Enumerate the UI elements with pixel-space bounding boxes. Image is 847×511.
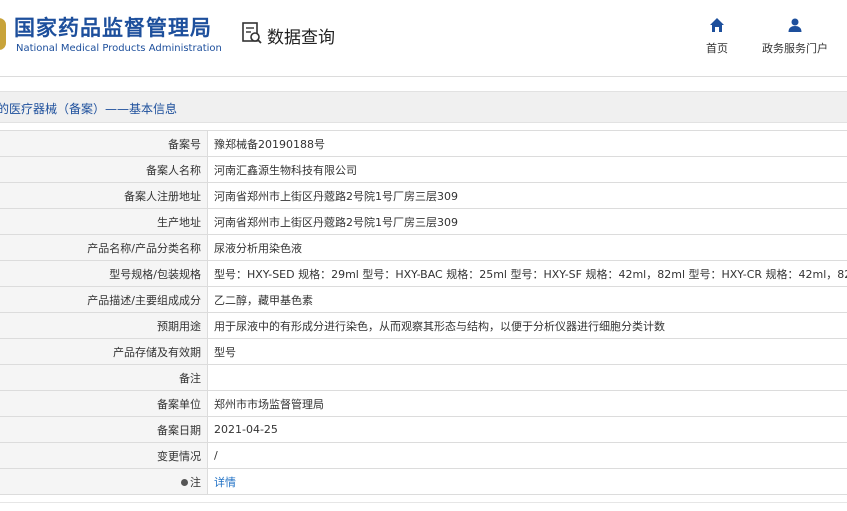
row-label: 预期用途 (0, 312, 208, 339)
row-label: 生产地址 (0, 208, 208, 235)
table-row: 备案日期 2021-04-25 (0, 416, 847, 443)
row-value: 详情 (207, 468, 847, 495)
row-label: 产品名称/产品分类名称 (0, 234, 208, 261)
table-row: 备案单位 郑州市市场监督管理局 (0, 390, 847, 417)
row-value: 尿液分析用染色液 (207, 234, 847, 261)
bottom-divider (0, 502, 847, 503)
data-query-label: 数据查询 (267, 27, 335, 48)
info-pin-icon (181, 479, 188, 486)
data-query-title[interactable]: 数据查询 (241, 22, 335, 48)
table-row: 生产地址 河南省郑州市上街区丹蔲路2号院1号厂房三层309 (0, 208, 847, 235)
row-value: 河南省郑州市上街区丹蔲路2号院1号厂房三层309 (207, 208, 847, 235)
row-value: 豫郑械备20190188号 (207, 130, 847, 157)
row-value: 型号 (207, 338, 847, 365)
table-row: 产品存储及有效期 型号 (0, 338, 847, 365)
row-value: 用于尿液中的有形成分进行染色，从而观察其形态与结构，以便于分析仪器进行细胞分类计… (207, 312, 847, 339)
nav-service-portal-label: 政务服务门户 (762, 42, 828, 55)
breadcrumb: 的医疗器械（备案）——基本信息 (0, 102, 178, 116)
details-link[interactable]: 详情 (214, 476, 236, 489)
row-label: 备案日期 (0, 416, 208, 443)
table-row: 产品描述/主要组成成分 乙二醇，藏甲基色素 (0, 286, 847, 313)
row-label: 注 (190, 475, 201, 489)
table-row: 备注 (0, 364, 847, 391)
row-label: 变更情况 (0, 442, 208, 469)
site-header: 国家药品监督管理局 National Medical Products Admi… (0, 0, 847, 75)
site-logo-title[interactable]: 国家药品监督管理局 (14, 12, 212, 42)
table-row: 备案人注册地址 河南省郑州市上街区丹蔲路2号院1号厂房三层309 (0, 182, 847, 209)
row-value: 2021-04-25 (207, 416, 847, 443)
data-query-icon (241, 21, 263, 49)
table-row: 备案人名称 河南汇鑫源生物科技有限公司 (0, 156, 847, 183)
nav-service-portal[interactable]: 政务服务门户 (762, 17, 828, 56)
nav-home-label: 首页 (706, 42, 728, 55)
row-label: 产品描述/主要组成成分 (0, 286, 208, 313)
header-divider (0, 76, 847, 77)
home-icon (709, 17, 725, 36)
site-logo-subtitle: National Medical Products Administration (16, 43, 222, 54)
row-value: 郑州市市场监督管理局 (207, 390, 847, 417)
row-value: 型号：HXY-SED 规格：29ml 型号：HXY-BAC 规格：25ml 型号… (207, 260, 847, 287)
row-value: 河南汇鑫源生物科技有限公司 (207, 156, 847, 183)
row-value: 乙二醇，藏甲基色素 (207, 286, 847, 313)
table-row: 变更情况 / (0, 442, 847, 469)
row-label: 备案人注册地址 (0, 182, 208, 209)
table-row: 型号规格/包装规格 型号：HXY-SED 规格：29ml 型号：HXY-BAC … (0, 260, 847, 287)
row-label-note: 注 (0, 468, 208, 495)
row-label: 备案人名称 (0, 156, 208, 183)
logo-emblem (0, 18, 6, 50)
nav-home[interactable]: 首页 (706, 17, 728, 56)
user-icon (787, 17, 803, 36)
table-row: 注 详情 (0, 468, 847, 495)
row-value: 河南省郑州市上街区丹蔲路2号院1号厂房三层309 (207, 182, 847, 209)
row-label: 备案单位 (0, 390, 208, 417)
table-row: 备案号 豫郑械备20190188号 (0, 130, 847, 157)
table-row: 预期用途 用于尿液中的有形成分进行染色，从而观察其形态与结构，以便于分析仪器进行… (0, 312, 847, 339)
row-value (207, 364, 847, 391)
row-label: 型号规格/包装规格 (0, 260, 208, 287)
row-label: 备案号 (0, 130, 208, 157)
breadcrumb-bar: 的医疗器械（备案）——基本信息 (0, 91, 847, 123)
row-label: 备注 (0, 364, 208, 391)
row-value: / (207, 442, 847, 469)
table-row: 产品名称/产品分类名称 尿液分析用染色液 (0, 234, 847, 261)
row-label: 产品存储及有效期 (0, 338, 208, 365)
device-info-table: 备案号 豫郑械备20190188号 备案人名称 河南汇鑫源生物科技有限公司 备案… (0, 130, 847, 495)
